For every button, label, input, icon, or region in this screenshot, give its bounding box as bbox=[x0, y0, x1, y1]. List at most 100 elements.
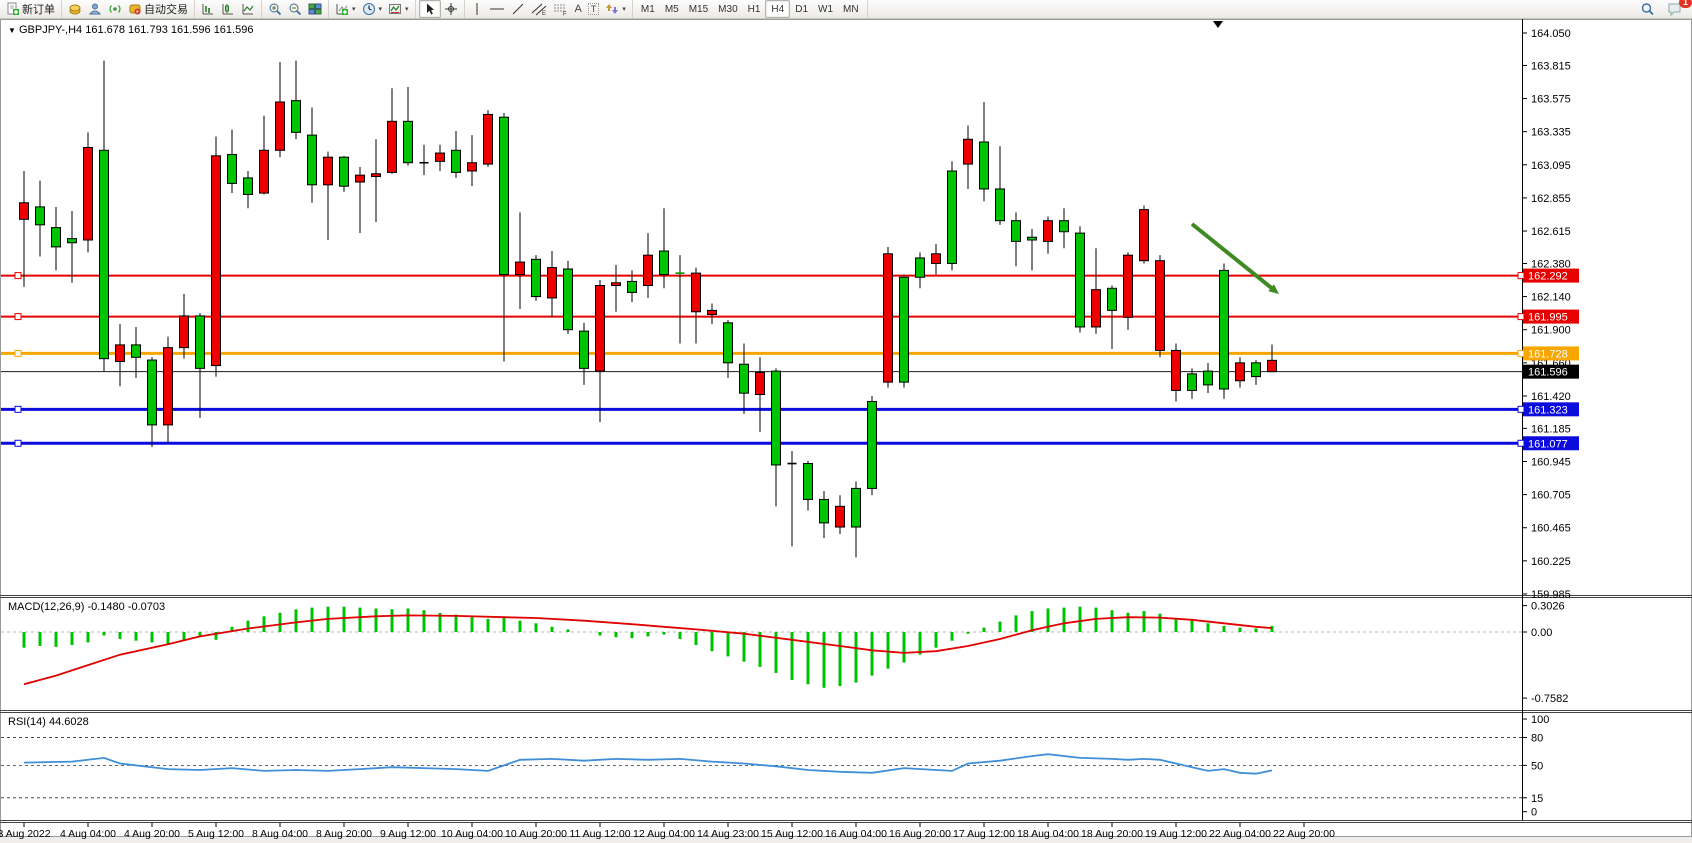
cursor-button[interactable] bbox=[419, 0, 441, 18]
candle-body bbox=[180, 316, 189, 348]
community-button[interactable] bbox=[85, 1, 105, 17]
svg-text:160.705: 160.705 bbox=[1531, 490, 1571, 502]
periods-button[interactable]: ▾ bbox=[359, 1, 386, 17]
candle-body bbox=[852, 488, 861, 527]
templates-button[interactable]: ▾ bbox=[385, 1, 412, 17]
line-chart-button[interactable] bbox=[238, 1, 258, 17]
symbol-header[interactable]: ▼ GBPJPY-,H4 161.678 161.793 161.596 161… bbox=[8, 24, 253, 36]
svg-text:161.077: 161.077 bbox=[1528, 438, 1568, 450]
candle-body bbox=[452, 150, 461, 172]
zoom-out-button[interactable] bbox=[285, 1, 305, 17]
collapse-triangle-icon[interactable]: ▼ bbox=[8, 26, 16, 35]
candle-body bbox=[164, 348, 173, 425]
arrows-button[interactable]: ▾ bbox=[602, 1, 629, 17]
time-label: 3 Aug 2022 bbox=[0, 828, 51, 840]
candle-body bbox=[308, 135, 317, 185]
svg-text:100: 100 bbox=[1531, 714, 1549, 726]
candle-body bbox=[740, 364, 749, 393]
time-label: 9 Aug 12:00 bbox=[380, 828, 436, 840]
time-label: 18 Aug 04:00 bbox=[1017, 828, 1079, 840]
candle-body bbox=[20, 203, 29, 220]
horizontal-line-button[interactable] bbox=[486, 1, 508, 17]
time-label: 8 Aug 20:00 bbox=[316, 828, 372, 840]
time-label: 10 Aug 20:00 bbox=[505, 828, 567, 840]
funds-button[interactable] bbox=[65, 1, 85, 17]
macd-label: MACD(12,26,9) -0.1480 -0.0703 bbox=[8, 601, 165, 613]
candle-body bbox=[708, 310, 717, 314]
time-label: 4 Aug 04:00 bbox=[60, 828, 116, 840]
timeframe-m30[interactable]: M30 bbox=[713, 1, 742, 17]
comments-button[interactable]: 1 bbox=[1664, 1, 1686, 17]
search-button[interactable] bbox=[1637, 1, 1658, 17]
candle-body bbox=[116, 345, 125, 362]
candle-body bbox=[884, 254, 893, 382]
timeframe-m1[interactable]: M1 bbox=[636, 1, 660, 17]
time-label: 16 Aug 20:00 bbox=[889, 828, 951, 840]
vertical-line-button[interactable] bbox=[468, 1, 486, 17]
candle-body bbox=[548, 268, 557, 298]
candle-body bbox=[900, 277, 909, 382]
trendline-button[interactable] bbox=[508, 1, 528, 17]
timeframe-w1[interactable]: W1 bbox=[813, 1, 838, 17]
svg-text:50: 50 bbox=[1531, 760, 1543, 772]
timeframe-h1[interactable]: H1 bbox=[743, 1, 766, 17]
time-label: 4 Aug 20:00 bbox=[124, 828, 180, 840]
candle-body bbox=[596, 286, 605, 372]
candle-body bbox=[1060, 221, 1069, 232]
community-icon bbox=[88, 2, 102, 16]
mt4-window: 新订单 自动交易 bbox=[0, 0, 1692, 843]
time-label: 14 Aug 23:00 bbox=[697, 828, 759, 840]
bar-chart-button[interactable] bbox=[198, 1, 218, 17]
candle-body bbox=[404, 121, 413, 162]
candle-body bbox=[1252, 363, 1261, 377]
svg-text:E: E bbox=[542, 11, 546, 16]
indicators-button[interactable]: ▾ bbox=[332, 1, 359, 17]
candle-body bbox=[276, 102, 285, 150]
timeframe-m15[interactable]: M15 bbox=[684, 1, 713, 17]
zoom-in-button[interactable] bbox=[265, 1, 285, 17]
candle-body bbox=[1172, 350, 1181, 390]
svg-text:161.728: 161.728 bbox=[1528, 348, 1568, 360]
candle-body bbox=[148, 360, 157, 425]
candle-body bbox=[372, 174, 381, 177]
candle-body bbox=[388, 121, 397, 172]
candle-body bbox=[196, 316, 205, 368]
signals-icon bbox=[108, 2, 122, 16]
svg-text:0.00: 0.00 bbox=[1531, 627, 1552, 639]
cursor-icon bbox=[423, 2, 437, 16]
new-order-button[interactable]: 新订单 bbox=[3, 1, 58, 17]
candlestick-chart-button[interactable] bbox=[218, 1, 238, 17]
timeframe-h4[interactable]: H4 bbox=[765, 0, 790, 18]
comments-badge: 1 bbox=[1679, 0, 1692, 8]
crosshair-button[interactable] bbox=[441, 1, 461, 17]
svg-text:F: F bbox=[563, 12, 567, 17]
timeframe-m5[interactable]: M5 bbox=[660, 1, 684, 17]
candle-body bbox=[756, 372, 765, 394]
chart-canvas[interactable]: 164.050163.815163.575163.335163.095162.8… bbox=[0, 0, 1692, 843]
svg-text:0: 0 bbox=[1531, 807, 1537, 819]
fibonacci-button[interactable]: F bbox=[550, 1, 572, 17]
timeframe-d1[interactable]: D1 bbox=[790, 1, 813, 17]
svg-text:161.420: 161.420 bbox=[1531, 391, 1571, 403]
candle-body bbox=[84, 148, 93, 240]
text-button[interactable]: A bbox=[572, 1, 585, 17]
arrows-icon bbox=[605, 2, 619, 16]
text-icon: A bbox=[575, 3, 582, 15]
candle-body bbox=[132, 345, 141, 357]
time-label: 18 Aug 20:00 bbox=[1081, 828, 1143, 840]
autotrade-button[interactable]: 自动交易 bbox=[125, 1, 191, 17]
equidistant-channel-button[interactable]: E bbox=[528, 1, 550, 17]
tile-windows-button[interactable] bbox=[305, 1, 325, 17]
svg-text:163.335: 163.335 bbox=[1531, 127, 1571, 139]
signals-button[interactable] bbox=[105, 1, 125, 17]
rsi-label: RSI(14) 44.6028 bbox=[8, 716, 89, 728]
svg-text:161.185: 161.185 bbox=[1531, 423, 1571, 435]
timeframe-mn[interactable]: MN bbox=[838, 1, 864, 17]
candle-body bbox=[1076, 233, 1085, 327]
trendline-icon bbox=[511, 2, 525, 16]
candle-body bbox=[500, 117, 509, 274]
autotrade-label: 自动交易 bbox=[144, 1, 188, 17]
candle-body bbox=[468, 163, 477, 171]
candle-body bbox=[564, 269, 573, 330]
text-label-button[interactable]: T bbox=[585, 1, 603, 17]
